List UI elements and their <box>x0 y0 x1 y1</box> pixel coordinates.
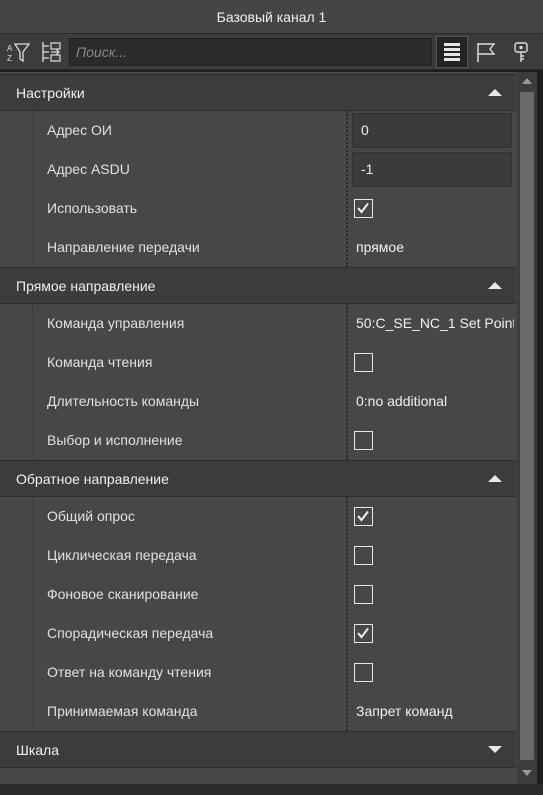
toolbar: A Z Поиск... <box>0 34 543 70</box>
property-label: Принимаемая команда <box>47 703 198 719</box>
property-row[interactable]: Выбор и исполнение <box>0 421 516 460</box>
property-value[interactable]: 50:C_SE_NC_1 Set Point <box>356 304 514 343</box>
property-row[interactable]: Циклическая передача <box>0 536 516 575</box>
property-row[interactable]: Принимаемая команда Запрет команд <box>0 692 516 731</box>
tree-expand-button[interactable] <box>35 36 67 68</box>
window-title: Базовый канал 1 <box>0 0 543 34</box>
key-icon <box>510 41 532 63</box>
property-label: Адрес ОИ <box>47 122 112 138</box>
property-label: Ответ на команду чтения <box>47 664 212 680</box>
property-label: Использовать <box>47 200 138 216</box>
property-row[interactable]: Команда управления 50:C_SE_NC_1 Set Point <box>0 304 516 343</box>
property-value-input[interactable]: -1 <box>352 152 512 187</box>
expand-arrow-icon[interactable] <box>488 746 502 753</box>
property-row[interactable]: Ответ на команду чтения <box>0 653 516 692</box>
property-row[interactable]: Адрес ОИ 0 <box>0 111 516 150</box>
property-row[interactable]: Спорадическая передача <box>0 614 516 653</box>
property-label: Выбор и исполнение <box>47 432 183 448</box>
property-row[interactable]: Длительность команды 0:no additional <box>0 382 516 421</box>
scroll-up-arrow-icon[interactable] <box>522 78 532 84</box>
scroll-down-arrow-icon[interactable] <box>522 770 532 776</box>
property-label: Адрес ASDU <box>47 161 130 177</box>
list-view-button[interactable] <box>436 36 468 68</box>
property-label: Спорадическая передача <box>47 625 214 641</box>
bottom-border <box>0 784 543 795</box>
checkbox-unchecked[interactable] <box>354 663 373 682</box>
section-header[interactable]: Обратное направление <box>0 460 516 497</box>
indent-gutter <box>32 111 33 267</box>
scroll-thumb[interactable] <box>520 92 534 760</box>
property-label: Циклическая передача <box>47 547 197 563</box>
property-value[interactable]: Запрет команд <box>356 692 514 731</box>
property-value-input[interactable]: 0 <box>352 113 512 148</box>
property-value[interactable]: прямое <box>356 228 514 267</box>
property-label: Фоновое сканирование <box>47 586 199 602</box>
section-header[interactable]: Прямое направление <box>0 267 516 304</box>
vertical-scrollbar[interactable] <box>517 72 537 784</box>
list-view-icon <box>442 41 462 63</box>
indent-gutter <box>32 304 33 460</box>
column-divider[interactable] <box>346 111 348 267</box>
property-label: Общий опрос <box>47 508 135 524</box>
property-row[interactable]: Фоновое сканирование <box>0 575 516 614</box>
checkbox-unchecked[interactable] <box>354 353 373 372</box>
property-row[interactable]: Команда чтения <box>0 343 516 382</box>
section-title: Шкала <box>16 741 60 758</box>
flag-icon <box>475 41 497 63</box>
checkbox-checked[interactable] <box>354 624 373 643</box>
collapse-arrow-icon[interactable] <box>488 89 502 96</box>
flag-button[interactable] <box>470 36 502 68</box>
section-header[interactable]: Настройки <box>0 74 516 111</box>
property-value[interactable]: 0:no additional <box>356 382 514 421</box>
checkbox-unchecked[interactable] <box>354 546 373 565</box>
property-row[interactable]: Использовать <box>0 189 516 228</box>
property-label: Длительность команды <box>47 393 200 409</box>
indent-gutter <box>32 497 33 731</box>
property-label: Направление передачи <box>47 239 200 255</box>
sort-filter-icon: A Z <box>6 40 30 64</box>
column-divider[interactable] <box>346 304 348 460</box>
property-row[interactable]: Направление передачи прямое <box>0 228 516 267</box>
section-header[interactable]: Шкала <box>0 731 516 768</box>
checkbox-checked[interactable] <box>354 507 373 526</box>
key-button[interactable] <box>505 36 537 68</box>
collapse-arrow-icon[interactable] <box>488 282 502 289</box>
checkbox-checked[interactable] <box>354 199 373 218</box>
property-grid: Настройки Адрес ОИ 0 Адрес ASDU -1 Использова… <box>0 72 517 784</box>
property-row[interactable]: Общий опрос <box>0 497 516 536</box>
section-title: Настройки <box>16 84 85 101</box>
svg-text:Z: Z <box>7 54 12 63</box>
sort-filter-button[interactable]: A Z <box>2 36 34 68</box>
section-title: Обратное направление <box>16 470 169 487</box>
collapse-arrow-icon[interactable] <box>488 475 502 482</box>
checkbox-unchecked[interactable] <box>354 585 373 604</box>
search-input[interactable]: Поиск... <box>69 38 432 66</box>
section-title: Прямое направление <box>16 277 156 294</box>
property-row[interactable]: Адрес ASDU -1 <box>0 150 516 189</box>
property-label: Команда чтения <box>47 354 153 370</box>
checkbox-unchecked[interactable] <box>354 431 373 450</box>
svg-text:A: A <box>7 44 13 53</box>
property-label: Команда управления <box>47 315 185 331</box>
tree-expand-icon <box>39 40 63 64</box>
column-divider[interactable] <box>346 497 348 731</box>
